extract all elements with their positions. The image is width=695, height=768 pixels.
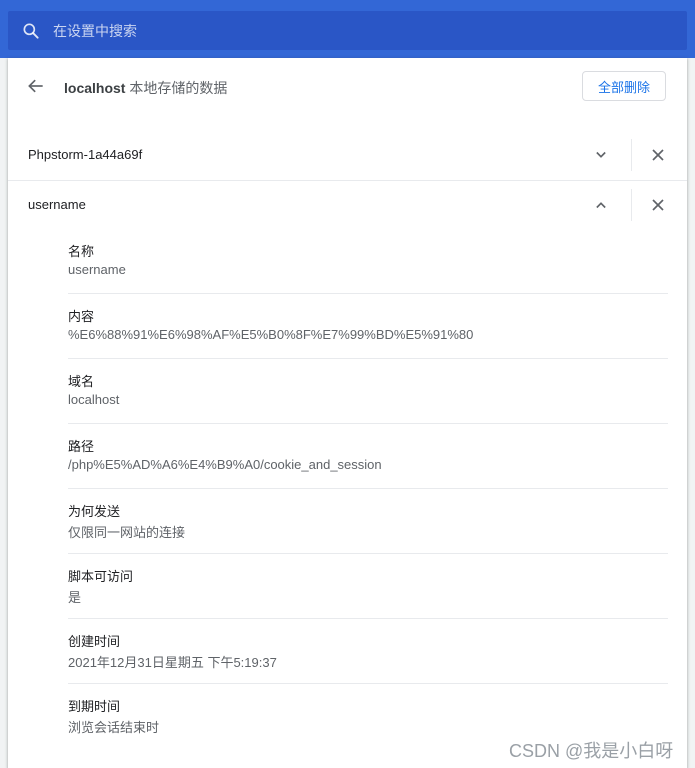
detail-value: /php%E5%AD%A6%E4%B9%A0/cookie_and_sessio…	[68, 457, 382, 472]
detail-value: username	[68, 262, 126, 277]
detail-item: 脚本可访问 是	[68, 554, 668, 619]
cookie-name: Phpstorm-1a44a69f	[28, 147, 143, 162]
back-arrow-icon[interactable]	[26, 76, 46, 96]
remove-all-button[interactable]: 全部删除	[582, 71, 666, 101]
page-title: localhost 本地存储的数据	[64, 78, 227, 98]
cookie-details: 名称 username 内容 %E6%88%91%E6%98%AF%E5%B0%…	[68, 229, 668, 749]
close-icon[interactable]	[648, 195, 668, 215]
detail-item: 名称 username	[68, 229, 668, 294]
detail-label: 脚本可访问	[68, 569, 134, 584]
cookie-row[interactable]: username	[8, 180, 687, 229]
search-icon	[21, 21, 41, 41]
detail-label: 到期时间	[68, 699, 121, 714]
detail-item: 内容 %E6%88%91%E6%98%AF%E5%B0%8F%E7%99%BD%…	[68, 294, 668, 359]
row-divider	[631, 139, 632, 171]
search-input[interactable]: 在设置中搜索	[53, 21, 137, 41]
cookie-name: username	[28, 197, 86, 212]
page-title-suffix: 本地存储的数据	[125, 80, 228, 96]
site-data-card: localhost 本地存储的数据 全部删除 Phpstorm-1a44a69f…	[8, 58, 687, 768]
chevron-up-icon[interactable]	[591, 195, 611, 215]
detail-value: 仅限同一网站的连接	[68, 525, 186, 540]
top-bar: 在设置中搜索	[0, 0, 695, 58]
detail-label: 名称	[68, 244, 95, 259]
detail-label: 域名	[68, 374, 95, 389]
page-header: localhost 本地存储的数据 全部删除	[8, 58, 687, 118]
detail-value: 浏览会话结束时	[68, 720, 160, 735]
detail-item: 为何发送 仅限同一网站的连接	[68, 489, 668, 554]
detail-label: 为何发送	[68, 504, 121, 519]
close-icon[interactable]	[648, 145, 668, 165]
watermark: CSDN @我是小白呀	[509, 741, 674, 761]
chevron-down-icon[interactable]	[591, 145, 611, 165]
row-divider	[631, 189, 632, 221]
detail-value: 是	[68, 590, 82, 605]
page-title-host: localhost	[64, 80, 126, 96]
detail-item: 创建时间 2021年12月31日星期五 下午5:19:37	[68, 619, 668, 684]
detail-value: localhost	[68, 392, 120, 407]
detail-item: 路径 /php%E5%AD%A6%E4%B9%A0/cookie_and_ses…	[68, 424, 668, 489]
detail-value: %E6%88%91%E6%98%AF%E5%B0%8F%E7%99%BD%E5%…	[68, 327, 474, 342]
detail-label: 内容	[68, 309, 95, 324]
detail-item: 域名 localhost	[68, 359, 668, 424]
detail-label: 路径	[68, 439, 95, 454]
detail-label: 创建时间	[68, 634, 121, 649]
detail-value: 2021年12月31日星期五 下午5:19:37	[68, 655, 277, 670]
cookie-row[interactable]: Phpstorm-1a44a69f	[8, 131, 687, 179]
settings-search-box[interactable]: 在设置中搜索	[8, 11, 687, 50]
